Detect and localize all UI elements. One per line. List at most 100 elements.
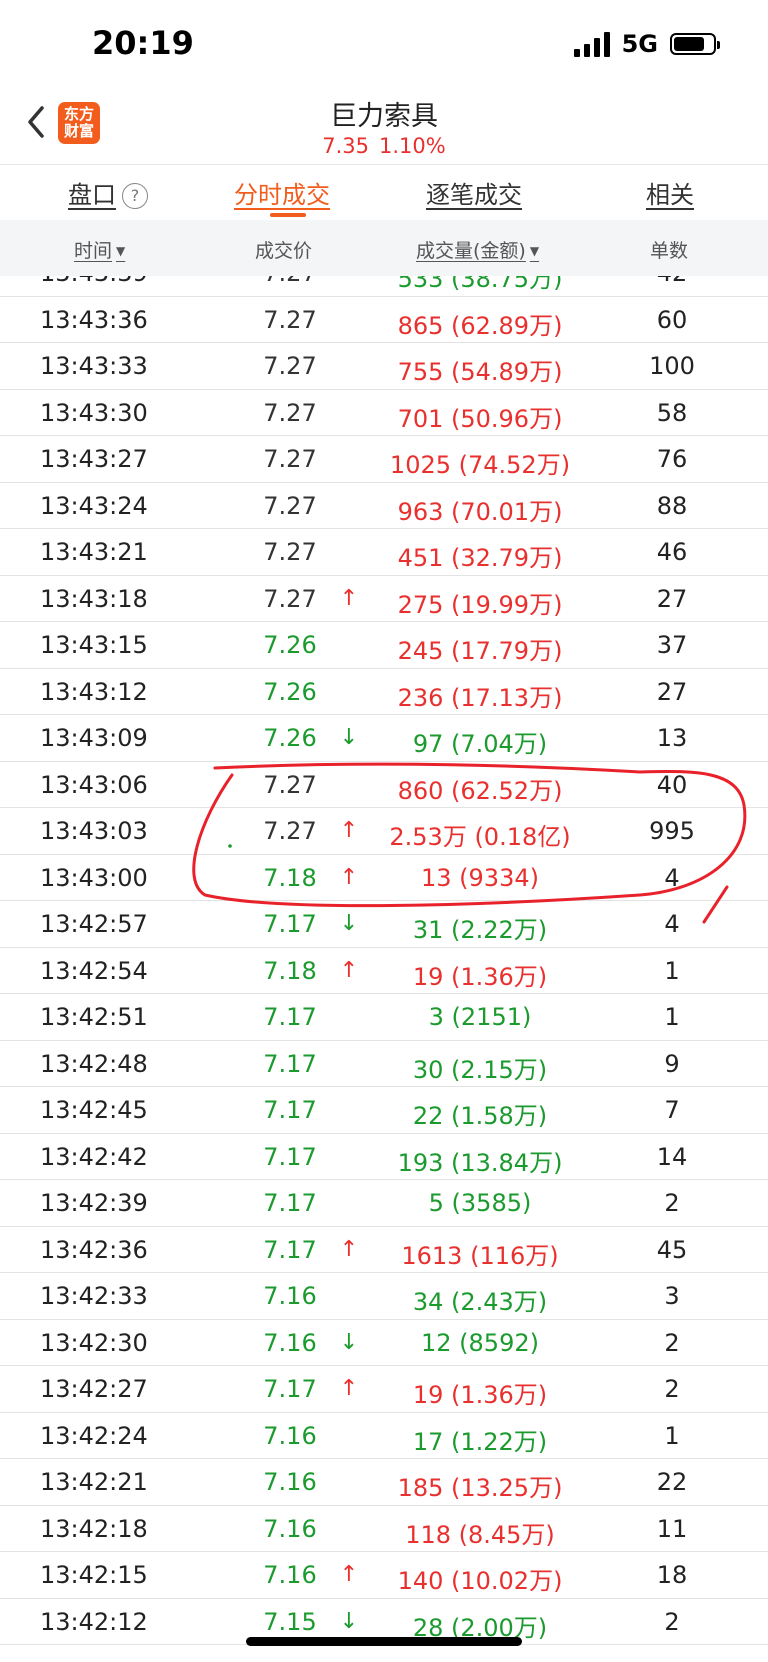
trade-volume: 19 (1.36万) bbox=[412, 1381, 548, 1409]
table-row[interactable]: 13:42:33 7.16 34 (2.43万) 3 bbox=[0, 1273, 768, 1320]
trade-price: 7.27 bbox=[263, 305, 317, 334]
trade-price: 7.27 bbox=[263, 398, 317, 427]
trade-price: 7.17 bbox=[263, 1375, 317, 1403]
trade-time: 13:43:36 bbox=[40, 305, 148, 334]
trade-time: 13:42:45 bbox=[40, 1096, 148, 1124]
trade-volume: 118 (8.45万) bbox=[405, 1520, 555, 1549]
trade-time: 13:42:42 bbox=[40, 1142, 148, 1171]
stock-change-pct: 1.10% bbox=[379, 134, 446, 158]
trade-list[interactable]: 13:43:397.27533 (38.75万)42 13:43:36 7.27 86… bbox=[0, 276, 768, 1662]
trade-time: 13:42:24 bbox=[40, 1421, 148, 1450]
trade-time: 13:43:06 bbox=[40, 770, 148, 799]
table-row[interactable]: 13:42:27 7.17 ↑ 19 (1.36万) 2 bbox=[0, 1366, 768, 1413]
table-row[interactable]: 13:43:39 7.27 533 (38.75万) 42 bbox=[0, 276, 768, 297]
table-row[interactable]: 13:42:54 7.18 ↑ 19 (1.36万) 1 bbox=[0, 948, 768, 994]
tab-pankou[interactable]: 盘口? bbox=[68, 175, 148, 210]
table-row[interactable]: 13:42:57 7.17 ↓ 31 (2.22万) 4 bbox=[0, 901, 768, 948]
trade-time: 13:42:30 bbox=[40, 1328, 148, 1357]
table-row[interactable]: 13:42:39 7.17 5 (3585) 2 bbox=[0, 1180, 768, 1227]
table-row[interactable]: 13:42:18 7.16 118 (8.45万) 11 bbox=[0, 1506, 768, 1552]
table-row[interactable]: 13:43:30 7.27 701 (50.96万) 58 bbox=[0, 390, 768, 436]
table-row[interactable]: 13:43:15 7.26 245 (17.79万) 37 bbox=[0, 622, 768, 669]
trade-volume: 22 (1.58万) bbox=[412, 1102, 548, 1130]
trade-time: 13:43:33 bbox=[40, 352, 148, 380]
tab-time-trades[interactable]: 分时成交 bbox=[234, 175, 330, 210]
table-row[interactable]: 13:43:18 7.27 ↑ 275 (19.99万) 27 bbox=[0, 576, 768, 622]
trade-time: 13:42:48 bbox=[40, 1049, 148, 1078]
trade-count: 2 bbox=[664, 1189, 680, 1217]
table-row[interactable]: 13:42:15 7.16 ↑ 140 (10.02万) 18 bbox=[0, 1552, 768, 1599]
tab-related[interactable]: 相关 bbox=[646, 175, 694, 210]
trade-count: 13 bbox=[656, 724, 688, 752]
trade-count: 3 bbox=[664, 1282, 680, 1310]
table-row[interactable]: 13:43:24 7.27 963 (70.01万) 88 bbox=[0, 483, 768, 529]
trade-time: 13:42:36 bbox=[40, 1235, 148, 1264]
table-row[interactable]: 13:43:09 7.26 ↓ 97 (7.04万) 13 bbox=[0, 715, 768, 762]
trade-time: 13:42:33 bbox=[40, 1282, 148, 1310]
trade-time: 13:43:12 bbox=[40, 677, 148, 706]
trade-time: 13:43:03 bbox=[40, 817, 148, 845]
trade-count: 45 bbox=[656, 1235, 688, 1264]
tab-bar: 盘口? 分时成交 逐笔成交 相关 bbox=[0, 164, 768, 221]
table-row[interactable]: 13:42:42 7.17 193 (13.84万) 14 bbox=[0, 1134, 768, 1180]
trade-count: 9 bbox=[664, 1049, 680, 1078]
trade-time: 13:43:39 bbox=[40, 276, 170, 287]
trade-time: 13:42:12 bbox=[40, 1607, 148, 1636]
trade-volume: 19 (1.36万) bbox=[412, 962, 548, 991]
sort-time-button[interactable]: 时间 ▼ bbox=[74, 236, 125, 263]
table-row[interactable]: 13:42:51 7.17 3 (2151) 1 bbox=[0, 994, 768, 1041]
trade-price: 7.26 bbox=[263, 631, 317, 659]
table-row[interactable]: 13:42:48 7.17 30 (2.15万) 9 bbox=[0, 1041, 768, 1087]
table-row[interactable]: 13:43:00 7.18 ↑ 13 (9334) 4 bbox=[0, 855, 768, 901]
status-bar: 20:19 5G bbox=[0, 0, 768, 92]
trade-volume: 185 (13.25万) bbox=[397, 1474, 563, 1502]
trade-price: 7.16 bbox=[263, 1468, 317, 1496]
trade-volume: 533 (38.75万) bbox=[397, 276, 563, 293]
tab-pankou-label: 盘口 bbox=[68, 181, 116, 209]
trade-price: 7.17 bbox=[263, 910, 317, 938]
status-time: 20:19 bbox=[92, 24, 194, 62]
trade-count: 40 bbox=[656, 770, 688, 799]
trade-count: 88 bbox=[656, 491, 688, 520]
trade-count: 1 bbox=[664, 956, 680, 985]
table-row[interactable]: 13:43:12 7.26 236 (17.13万) 27 bbox=[0, 669, 768, 715]
count-header: 单数 bbox=[650, 240, 689, 262]
network-label: 5G bbox=[621, 30, 658, 58]
trade-price: 7.27 bbox=[263, 584, 317, 613]
table-row[interactable]: 13:43:27 7.27 1025 (74.52万) 76 bbox=[0, 436, 768, 483]
trade-time: 13:43:24 bbox=[40, 491, 148, 520]
help-icon[interactable]: ? bbox=[122, 183, 148, 209]
table-row[interactable]: 13:42:24 7.16 17 (1.22万) 1 bbox=[0, 1413, 768, 1459]
trade-count: 1 bbox=[664, 1421, 680, 1450]
table-row[interactable]: 13:42:21 7.16 185 (13.25万) 22 bbox=[0, 1459, 768, 1506]
table-row[interactable]: 13:43:36 7.27 865 (62.89万) 60 bbox=[0, 297, 768, 343]
trade-count: 46 bbox=[656, 538, 688, 566]
trade-volume: 245 (17.79万) bbox=[397, 637, 563, 665]
caret-down-icon: ▼ bbox=[116, 244, 126, 258]
sort-volume-button[interactable]: 成交量(金额) ▼ bbox=[416, 236, 539, 263]
table-row[interactable]: 13:43:33 7.27 755 (54.89万) 100 bbox=[0, 343, 768, 390]
trade-volume: 755 (54.89万) bbox=[397, 358, 563, 386]
table-row[interactable]: 13:43:21 7.27 451 (32.79万) 46 bbox=[0, 529, 768, 576]
table-row[interactable]: 13:43:06 7.27 860 (62.52万) 40 bbox=[0, 762, 768, 808]
trade-count: 22 bbox=[656, 1468, 688, 1496]
table-row[interactable]: 13:42:30 7.16 ↓ 12 (8592) 2 bbox=[0, 1320, 768, 1366]
table-row[interactable]: 13:42:45 7.17 22 (1.58万) 7 bbox=[0, 1087, 768, 1134]
trade-price: 7.27 bbox=[263, 817, 317, 845]
trade-count: 58 bbox=[656, 398, 688, 427]
trade-volume: 963 (70.01万) bbox=[397, 497, 563, 526]
battery-icon bbox=[670, 33, 720, 55]
trade-volume: 865 (62.89万) bbox=[397, 311, 563, 340]
trade-volume: 3 (2151) bbox=[428, 1003, 532, 1031]
active-tab-indicator bbox=[270, 213, 306, 217]
home-indicator bbox=[246, 1637, 522, 1646]
trade-volume: 97 (7.04万) bbox=[412, 730, 548, 758]
tab-tick-trades[interactable]: 逐笔成交 bbox=[426, 175, 522, 210]
table-row[interactable]: 13:43:03 7.27 ↑ 2.53万 (0.18亿) 995 bbox=[0, 808, 768, 855]
table-row[interactable]: 13:42:36 7.17 ↑ 1613 (116万) 45 bbox=[0, 1227, 768, 1273]
trade-time: 13:42:39 bbox=[40, 1189, 148, 1217]
trade-time: 13:43:00 bbox=[40, 863, 148, 892]
trade-volume: 5 (3585) bbox=[428, 1189, 532, 1217]
trade-price: 7.16 bbox=[263, 1421, 317, 1450]
trade-count: 100 bbox=[649, 352, 695, 380]
